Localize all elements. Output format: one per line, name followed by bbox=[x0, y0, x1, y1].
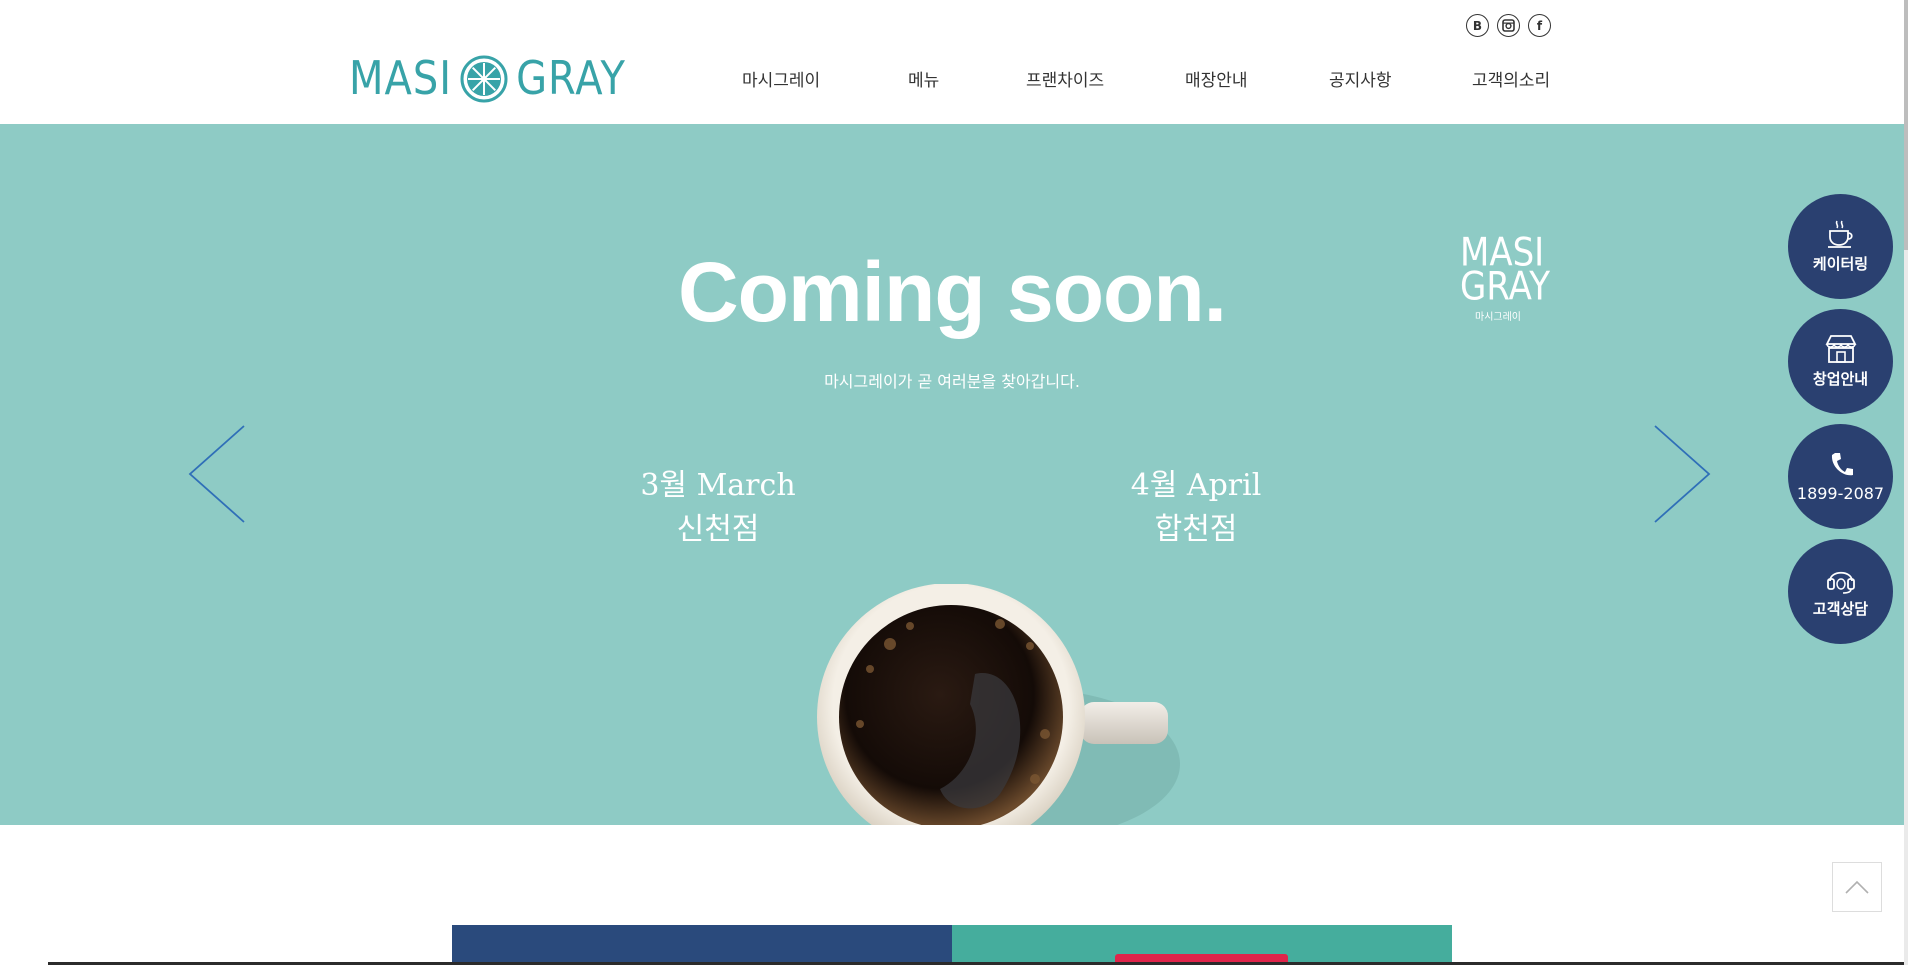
back-to-top-button[interactable] bbox=[1832, 862, 1882, 912]
slider-next-arrow-icon[interactable] bbox=[1653, 424, 1713, 524]
coffee-cup-icon bbox=[1827, 220, 1853, 248]
page: MASI GRAY B f 마시그레이 메뉴 프랜차이즈 매장안내 공지사항 고… bbox=[0, 0, 1908, 965]
hero-mini-logo: MASI GRAY 마시그레이 bbox=[1460, 233, 1550, 323]
schedule-store: 합천점 bbox=[1154, 512, 1238, 547]
logo-text-left: MASI bbox=[349, 52, 453, 106]
quick-consult-button[interactable]: 고객상담 bbox=[1788, 539, 1893, 644]
chevron-up-icon bbox=[1845, 880, 1869, 894]
schedule-item: 3월 March 신천점 bbox=[588, 464, 848, 552]
phone-icon bbox=[1831, 453, 1853, 476]
quick-catering-label: 케이터링 bbox=[1812, 255, 1869, 273]
nav-item-menu[interactable]: 메뉴 bbox=[908, 66, 939, 91]
facebook-icon[interactable]: f bbox=[1528, 14, 1551, 37]
quick-catering-button[interactable]: 케이터링 bbox=[1788, 194, 1893, 299]
site-header: MASI GRAY B f 마시그레이 메뉴 프랜차이즈 매장안내 공지사항 고… bbox=[0, 0, 1904, 124]
logo-text-right: GRAY bbox=[516, 52, 626, 106]
main-nav: 마시그레이 메뉴 프랜차이즈 매장안내 공지사항 고객의소리 bbox=[742, 66, 1552, 91]
quick-menu: 케이터링 창업안내 1899-2087 고객상담 bbox=[1788, 194, 1893, 654]
slider-prev-arrow-icon[interactable] bbox=[186, 424, 246, 524]
schedule-date: 3월 March bbox=[640, 468, 796, 503]
quick-startup-button[interactable]: 창업안내 bbox=[1788, 309, 1893, 414]
mini-logo-line2: GRAY bbox=[1460, 264, 1550, 310]
instagram-icon[interactable] bbox=[1497, 14, 1520, 37]
quick-phone-label: 1899-2087 bbox=[1796, 484, 1885, 503]
headset-icon bbox=[1826, 571, 1855, 594]
hero-slider: Coming soon. 마시그레이가 곧 여러분을 찾아갑니다. MASI G… bbox=[0, 124, 1904, 825]
schedule-store: 신천점 bbox=[676, 512, 760, 547]
blog-icon[interactable]: B bbox=[1466, 14, 1489, 37]
schedule-item: 4월 April 합천점 bbox=[1066, 464, 1326, 552]
quick-phone-button[interactable]: 1899-2087 bbox=[1788, 424, 1893, 529]
nav-item-customer-voice[interactable]: 고객의소리 bbox=[1472, 66, 1550, 91]
hero-subtitle: 마시그레이가 곧 여러분을 찾아갑니다. bbox=[824, 372, 1080, 391]
store-icon bbox=[1825, 335, 1856, 363]
mini-logo-sub: 마시그레이 bbox=[1475, 312, 1521, 323]
coffee-cup-image bbox=[817, 584, 1180, 825]
sns-links: B f bbox=[1466, 14, 1551, 37]
nav-item-stores[interactable]: 매장안내 bbox=[1185, 66, 1248, 91]
site-logo[interactable]: MASI GRAY bbox=[349, 52, 626, 106]
nav-item-notice[interactable]: 공지사항 bbox=[1329, 66, 1392, 91]
quick-startup-label: 창업안내 bbox=[1812, 370, 1869, 388]
lemon-slice-icon bbox=[460, 55, 508, 103]
hero-title: Coming soon. bbox=[678, 245, 1227, 339]
schedule-date: 4월 April bbox=[1130, 468, 1262, 503]
instagram-glyph bbox=[1502, 19, 1515, 32]
nav-item-masigray[interactable]: 마시그레이 bbox=[742, 66, 820, 91]
nav-item-franchise[interactable]: 프랜차이즈 bbox=[1026, 66, 1104, 91]
quick-consult-label: 고객상담 bbox=[1812, 600, 1869, 618]
promo-banner-left[interactable] bbox=[452, 925, 952, 965]
scrollbar-thumb[interactable] bbox=[1904, 0, 1908, 250]
